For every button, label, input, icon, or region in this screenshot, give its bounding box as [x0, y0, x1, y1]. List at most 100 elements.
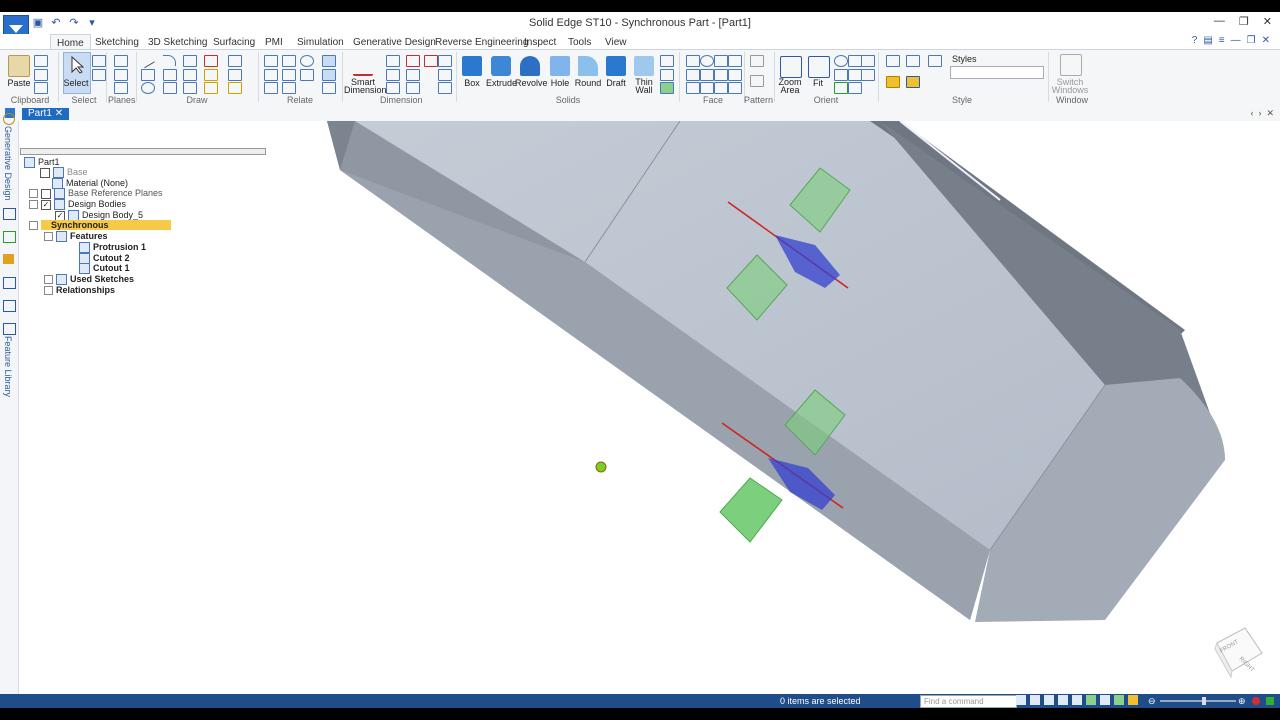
angle-between-icon[interactable] [386, 69, 400, 81]
tree-item-relationships[interactable]: Relationships [44, 285, 115, 296]
construction-icon[interactable] [228, 82, 242, 94]
switch-windows-icon[interactable] [1060, 54, 1082, 76]
tree-item-cutout-1[interactable]: Cutout 1 [79, 263, 130, 275]
teamcenter-icon[interactable] [3, 277, 16, 289]
maintain-relationships-icon[interactable] [322, 55, 336, 67]
symmetric-icon[interactable] [322, 82, 336, 94]
tab-close-icon[interactable]: ✕ [55, 108, 63, 119]
zoom-slider-track[interactable] [1160, 700, 1236, 702]
zoom-icon[interactable] [834, 55, 848, 67]
tree-item-features[interactable]: Features [44, 231, 108, 243]
spin-about-icon[interactable] [848, 69, 862, 81]
add-body-icon[interactable] [660, 55, 674, 67]
command-finder-input[interactable]: Find a command [920, 695, 1017, 708]
tree-item-protrusion-1[interactable]: Protrusion 1 [79, 242, 146, 254]
parallel-icon[interactable] [282, 55, 296, 67]
view-cube[interactable]: FRONT RIGHT [1207, 623, 1267, 683]
connect-icon[interactable] [264, 55, 278, 67]
shaded-with-edges-icon[interactable] [906, 76, 920, 88]
coplanar-icon[interactable] [686, 55, 700, 67]
extrude-button[interactable]: Extrude [486, 78, 517, 88]
minimize-icon[interactable]: — [1214, 15, 1225, 28]
circle-icon[interactable] [141, 82, 155, 94]
equal-icon[interactable] [282, 82, 296, 94]
revolve-button[interactable]: Revolve [515, 78, 548, 88]
expand-icon[interactable] [29, 189, 38, 199]
offset-icon[interactable] [183, 69, 197, 81]
angular-coordinate-icon[interactable] [406, 69, 420, 81]
aligned-hole-icon[interactable] [714, 82, 728, 94]
annotation-icon[interactable] [424, 55, 438, 67]
feature-library-tab[interactable]: Feature Library [3, 336, 13, 397]
tree-item-base[interactable]: Base [40, 167, 88, 179]
tab-sketching[interactable]: Sketching [95, 37, 139, 48]
tab-tools[interactable]: Tools [568, 37, 591, 48]
smart-dimension-button[interactable]: Smart Dimension [344, 78, 387, 95]
fit-button[interactable]: Fit [806, 78, 830, 88]
zoom-area-status-icon[interactable] [1044, 695, 1054, 705]
feature-library-icon[interactable] [3, 323, 16, 335]
smart-dimension-icon[interactable] [353, 54, 373, 76]
model-view[interactable] [267, 121, 1280, 695]
tab-3d-sketching[interactable]: 3D Sketching [148, 37, 207, 48]
coordinate-dimension-icon[interactable] [386, 82, 400, 94]
zoom-out-icon[interactable]: ⊖ [1148, 696, 1158, 706]
zoom-slider-thumb[interactable] [1202, 697, 1206, 705]
copy-icon[interactable] [34, 69, 48, 81]
tab-surfacing[interactable]: Surfacing [213, 37, 255, 48]
restore-icon[interactable]: ❐ [1239, 15, 1249, 28]
scroll-left-icon[interactable]: ‹ [1250, 108, 1253, 119]
highlight-face-4[interactable] [719, 477, 783, 543]
tab-view[interactable]: View [605, 37, 627, 48]
styles-dropdown[interactable] [950, 66, 1044, 79]
parallel-face-icon[interactable] [686, 69, 700, 81]
minimize-doc-icon[interactable]: — [1231, 35, 1241, 46]
collapse-icon[interactable] [29, 221, 38, 231]
restore-doc-icon[interactable]: ❐ [1247, 35, 1256, 46]
fit-icon[interactable] [808, 56, 830, 78]
zoom-status-icon[interactable] [1030, 695, 1040, 705]
design-bodies-checkbox[interactable]: ✓ [41, 199, 51, 210]
close-document-icon[interactable]: ✕ [1266, 108, 1274, 119]
cut-icon[interactable] [34, 55, 48, 67]
graphics-viewport[interactable]: FRONT RIGHT [267, 121, 1280, 695]
panel-splitter[interactable] [20, 148, 266, 155]
leader-icon[interactable] [438, 82, 452, 94]
perpendicular-face-icon[interactable] [686, 82, 700, 94]
equal-radius-icon[interactable] [714, 55, 728, 67]
pattern-icon[interactable] [750, 55, 764, 67]
fit-status-icon[interactable] [1058, 695, 1068, 705]
previous-view-icon[interactable] [861, 55, 875, 67]
pathfinder-icon[interactable] [3, 208, 16, 220]
go-arrow-icon[interactable] [1016, 695, 1026, 705]
include-icon[interactable] [228, 55, 242, 67]
shaded-icon[interactable] [886, 76, 900, 88]
tree-item-base-reference-planes[interactable]: Base Reference Planes [29, 188, 163, 200]
relationship-handles-icon[interactable] [322, 69, 336, 81]
style-status-icon[interactable] [1128, 695, 1138, 705]
thin-wall-icon[interactable] [634, 56, 654, 76]
text-icon[interactable] [438, 55, 452, 67]
face-relate-options-icon[interactable] [728, 82, 742, 94]
record-icon[interactable] [1252, 697, 1260, 705]
hole-button[interactable]: Hole [548, 78, 572, 88]
quickpick-icon[interactable] [92, 69, 106, 81]
paste-icon[interactable] [8, 55, 30, 77]
rigid-icon[interactable] [728, 55, 742, 67]
rotate-status-icon[interactable] [1086, 695, 1096, 705]
switch-windows-button[interactable]: Switch Windows [1050, 78, 1090, 95]
ground-icon[interactable] [728, 69, 742, 81]
tab-inspect[interactable]: Inspect [524, 37, 556, 48]
lock-icon[interactable] [300, 69, 314, 81]
expand-icon[interactable] [44, 286, 53, 296]
named-views-icon[interactable] [861, 69, 875, 81]
distance-between-icon[interactable] [386, 55, 400, 67]
options-icon[interactable]: ≡ [1219, 35, 1225, 46]
coaxial-icon[interactable] [700, 55, 714, 67]
label-icon[interactable] [438, 69, 452, 81]
view-top-icon[interactable] [928, 55, 942, 67]
concentric-icon[interactable] [300, 55, 314, 67]
tab-pmi[interactable]: PMI [265, 37, 283, 48]
zoom-area-button[interactable]: Zoom Area [776, 78, 804, 95]
tab-generative-design[interactable]: Generative Design [353, 37, 436, 48]
